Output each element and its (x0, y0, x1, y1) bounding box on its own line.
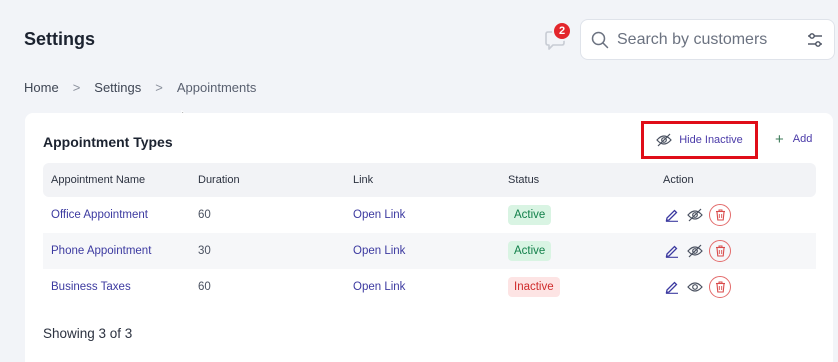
row-actions (663, 204, 816, 226)
trash-icon[interactable] (709, 204, 731, 226)
eye-icon[interactable] (686, 279, 703, 296)
search-box[interactable] (580, 19, 835, 60)
table-row: Phone Appointment 30 Open Link Active (43, 233, 816, 269)
notification-count-badge: 2 (552, 21, 572, 41)
eye-off-icon[interactable] (686, 243, 703, 260)
appointment-types-card: Appointment Types Hide Inactive + Add Ap… (25, 113, 833, 362)
column-header-action: Action (663, 174, 694, 186)
status-badge: Active (508, 241, 552, 261)
trash-icon[interactable] (709, 276, 731, 298)
pencil-icon[interactable] (663, 243, 680, 260)
row-actions (663, 276, 816, 298)
appointment-name-link[interactable]: Phone Appointment (51, 245, 151, 257)
table-row: Business Taxes 60 Open Link Inactive (43, 269, 816, 305)
breadcrumb-separator: > (155, 80, 163, 95)
status-badge: Inactive (508, 277, 560, 297)
column-header-duration: Duration (198, 174, 240, 186)
filter-sliders-icon[interactable] (805, 30, 825, 50)
page-title: Settings (24, 29, 96, 49)
status-badge: Active (508, 205, 552, 225)
plus-icon: + (775, 130, 784, 148)
add-button[interactable]: + Add (775, 130, 813, 148)
column-header-link: Link (353, 174, 374, 186)
breadcrumb: Home > Settings > Appointments (24, 80, 256, 95)
open-link[interactable]: Open Link (353, 281, 405, 293)
pencil-icon[interactable] (663, 207, 680, 224)
hide-inactive-button[interactable]: Hide Inactive (641, 121, 758, 159)
column-header-name: Appointment Name (51, 174, 146, 186)
card-title: Appointment Types (43, 134, 173, 150)
open-link[interactable]: Open Link (353, 245, 405, 257)
appointment-types-table: Appointment Name Duration Link Status Ac… (43, 163, 816, 305)
breadcrumb-settings[interactable]: Settings (94, 80, 141, 95)
eye-off-icon (656, 133, 673, 147)
column-header-status: Status (508, 174, 540, 186)
search-icon (591, 31, 609, 49)
open-link[interactable]: Open Link (353, 209, 405, 221)
appointment-name-link[interactable]: Office Appointment (51, 209, 148, 221)
row-actions (663, 240, 816, 262)
add-label: Add (792, 133, 813, 145)
notifications-button[interactable]: 2 (542, 21, 572, 52)
duration-value: 60 (198, 209, 211, 221)
breadcrumb-appointments: Appointments (176, 80, 257, 95)
trash-icon[interactable] (709, 240, 731, 262)
pencil-icon[interactable] (663, 279, 680, 296)
pagination-summary: Showing 3 of 3 (43, 326, 133, 341)
eye-off-icon[interactable] (686, 207, 703, 224)
search-input[interactable] (617, 28, 787, 52)
appointment-name-link[interactable]: Business Taxes (51, 281, 131, 293)
table-row: Office Appointment 60 Open Link Active (43, 197, 816, 233)
hide-inactive-label: Hide Inactive (679, 134, 743, 146)
duration-value: 30 (198, 245, 211, 257)
breadcrumb-separator: > (72, 80, 81, 95)
table-header: Appointment Name Duration Link Status Ac… (43, 163, 816, 197)
duration-value: 60 (198, 281, 211, 293)
breadcrumb-home[interactable]: Home (24, 80, 59, 95)
